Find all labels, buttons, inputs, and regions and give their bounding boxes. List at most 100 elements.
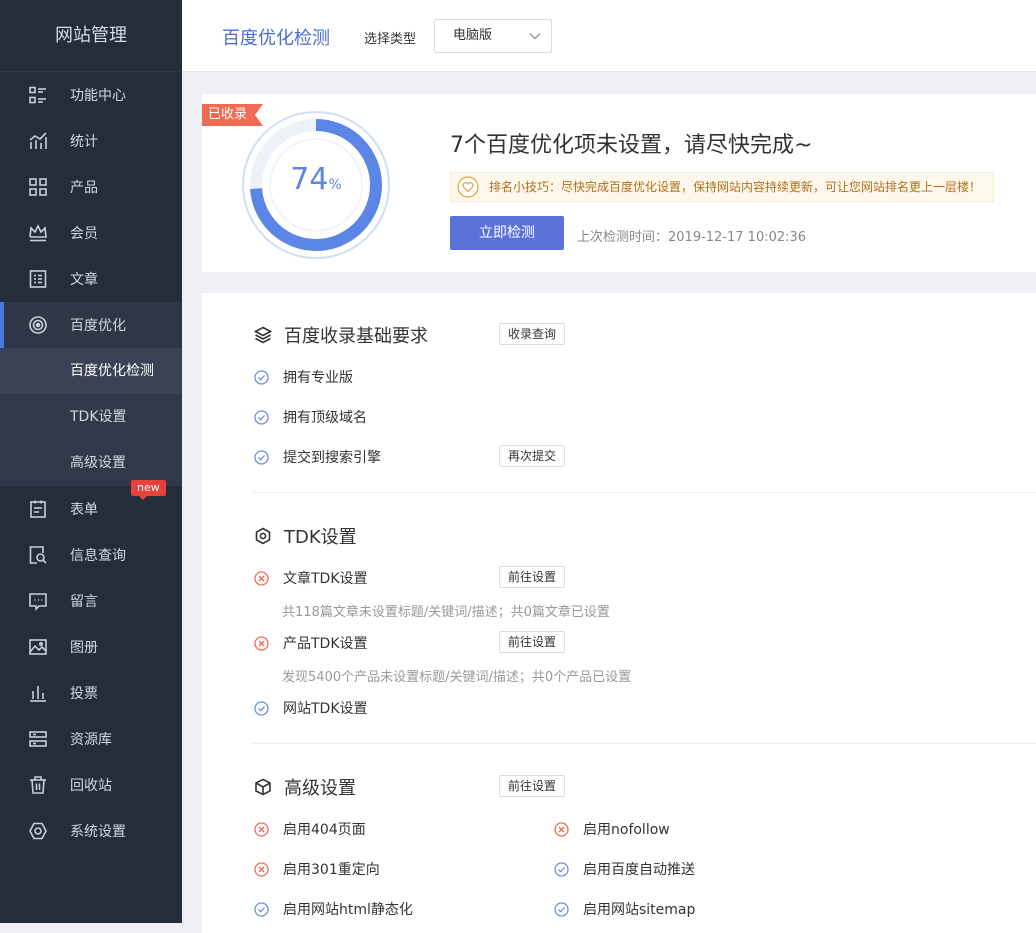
sidebar-item-function-center[interactable]: 功能中心 [0, 72, 182, 118]
sidebar-item-articles[interactable]: 文章 [0, 256, 182, 302]
section-divider [252, 743, 1036, 744]
sidebar-item-label: 系统设置 [70, 824, 126, 840]
sidebar-item-settings[interactable]: 系统设置 [0, 808, 182, 854]
score-value: 74% [240, 162, 392, 197]
type-select-value: 电脑版 [453, 28, 493, 43]
sidebar-item-label: 功能中心 [70, 88, 126, 104]
sidebar-item-label: 表单 [70, 502, 98, 518]
type-label: 选择类型 [364, 32, 417, 47]
error-circle-icon [254, 861, 269, 877]
check-item: 拥有专业版 [254, 367, 353, 387]
check-item: 启用301重定向 [254, 859, 380, 879]
check-item-label: 拥有专业版 [283, 370, 353, 386]
summary-headline: 7个百度优化项未设置，请尽快完成~ [450, 133, 813, 158]
check-item: 启用404页面 [254, 819, 366, 839]
section-basic-header: 百度收录基础要求 [254, 323, 428, 347]
sidebar-item-stats[interactable]: 统计 [0, 118, 182, 164]
sidebar-item-products[interactable]: 产品 [0, 164, 182, 210]
sidebar-submenu: 百度优化检测 TDK设置 高级设置 [0, 348, 182, 486]
grid-list-icon [29, 86, 46, 104]
score-unit: % [328, 177, 342, 193]
indexed-ribbon: 已收录 [202, 104, 264, 126]
error-circle-icon [554, 821, 569, 837]
sidebar-subitem-baidu-detect[interactable]: 百度优化检测 [0, 348, 182, 394]
check-item-desc: 发现5400个产品未设置标题/关键词/描述；共0个产品已设置 [282, 670, 632, 685]
tip-banner: 排名小技巧：尽快完成百度优化设置，保持网站内容持续更新，可让您网站排名更上一层楼… [450, 172, 994, 202]
bars-icon [30, 686, 46, 702]
sidebar-item-label: 投票 [70, 686, 98, 702]
sidebar-item-label: 留言 [70, 594, 98, 610]
check-item: 拥有顶级域名 [254, 407, 367, 427]
top-bar: 百度优化检测 选择类型 电脑版 [182, 0, 1036, 72]
sidebar-title: 网站管理 [0, 0, 182, 72]
sidebar-item-resources[interactable]: 资源库 [0, 716, 182, 762]
message-icon [29, 593, 47, 611]
settings-icon [29, 822, 47, 840]
error-circle-icon [254, 570, 269, 586]
check-item: 启用网站sitemap [554, 899, 695, 919]
sidebar-item-label: 资源库 [70, 732, 112, 748]
section-divider [252, 492, 1036, 493]
form-icon [30, 500, 46, 518]
page-title: 百度优化检测 [222, 28, 330, 49]
sidebar-item-baidu-optimize[interactable]: 百度优化 [0, 302, 182, 348]
detect-now-button[interactable]: 立即检测 [450, 216, 564, 250]
check-item: 启用百度自动推送 [554, 859, 695, 879]
check-item-label: 启用网站sitemap [583, 902, 696, 918]
check-circle-icon [254, 369, 269, 385]
check-item-label: 产品TDK设置 [283, 636, 368, 652]
sidebar-item-info-query[interactable]: 信息查询 [0, 532, 182, 578]
check-circle-icon [554, 901, 569, 917]
sidebar-item-messages[interactable]: 留言 [0, 578, 182, 624]
check-circle-icon [254, 409, 269, 425]
sidebar-item-label: 文章 [70, 272, 98, 288]
go-settings-button[interactable]: 前往设置 [499, 566, 566, 588]
go-settings-button[interactable]: 前往设置 [499, 631, 566, 653]
cube-icon [255, 778, 271, 796]
check-item-label: 文章TDK设置 [283, 571, 368, 587]
section-title: TDK设置 [284, 527, 357, 548]
sidebar-item-members[interactable]: 会员 [0, 210, 182, 256]
resubmit-button[interactable]: 再次提交 [499, 445, 566, 467]
section-advanced-header: 高级设置 [254, 775, 356, 799]
target-icon [29, 316, 47, 334]
check-item: 启用nofollow [554, 819, 670, 839]
storage-icon [29, 731, 47, 747]
tip-text: 排名小技巧：尽快完成百度优化设置，保持网站内容持续更新，可让您网站排名更上一层楼… [489, 180, 982, 194]
heart-icon [457, 176, 479, 198]
sidebar-item-albums[interactable]: 图册 [0, 624, 182, 670]
trash-icon [30, 776, 46, 794]
sidebar-item-recycle[interactable]: 回收站 [0, 762, 182, 808]
score-number: 74 [290, 162, 329, 197]
section-title: 高级设置 [284, 778, 356, 799]
index-query-button[interactable]: 收录查询 [499, 323, 566, 345]
check-item: 文章TDK设置 [254, 568, 368, 588]
check-circle-icon [254, 449, 269, 465]
check-item-label: 网站TDK设置 [283, 701, 368, 717]
check-item-label: 拥有顶级域名 [283, 410, 367, 426]
sidebar-item-forms[interactable]: new 表单 [0, 480, 182, 532]
check-panel: 百度收录基础要求 收录查询 拥有专业版 拥有顶级域名 提交到搜索引擎 再次提交 … [202, 293, 1036, 933]
check-circle-icon [254, 700, 269, 716]
go-settings-button[interactable]: 前往设置 [499, 775, 566, 797]
sidebar: 网站管理 功能中心 统计 产品 会员 文章 百度优化 百度优化检测 TDK设置 … [0, 0, 182, 923]
image-icon [29, 639, 47, 655]
summary-card: 74% 已收录 7个百度优化项未设置，请尽快完成~ 排名小技巧：尽快完成百度优化… [202, 94, 1036, 272]
sidebar-item-label: 统计 [70, 134, 98, 150]
sidebar-subitem-tdk[interactable]: TDK设置 [0, 394, 182, 440]
hexagon-icon [255, 527, 271, 545]
check-item: 产品TDK设置 [254, 633, 368, 653]
chevron-down-icon [529, 33, 541, 40]
type-select[interactable]: 电脑版 [434, 19, 552, 53]
sidebar-item-votes[interactable]: 投票 [0, 670, 182, 716]
sidebar-item-label: 百度优化 [70, 318, 126, 334]
check-circle-icon [254, 901, 269, 917]
check-item-desc: 共118篇文章未设置标题/关键词/描述；共0篇文章已设置 [282, 605, 610, 620]
sidebar-item-label: 产品 [70, 180, 98, 196]
check-item-label: 启用网站html静态化 [283, 902, 413, 918]
check-item: 网站TDK设置 [254, 698, 368, 718]
check-item-label: 启用nofollow [583, 822, 670, 838]
layers-icon [254, 326, 272, 344]
chart-icon [29, 132, 47, 149]
check-circle-icon [554, 861, 569, 877]
